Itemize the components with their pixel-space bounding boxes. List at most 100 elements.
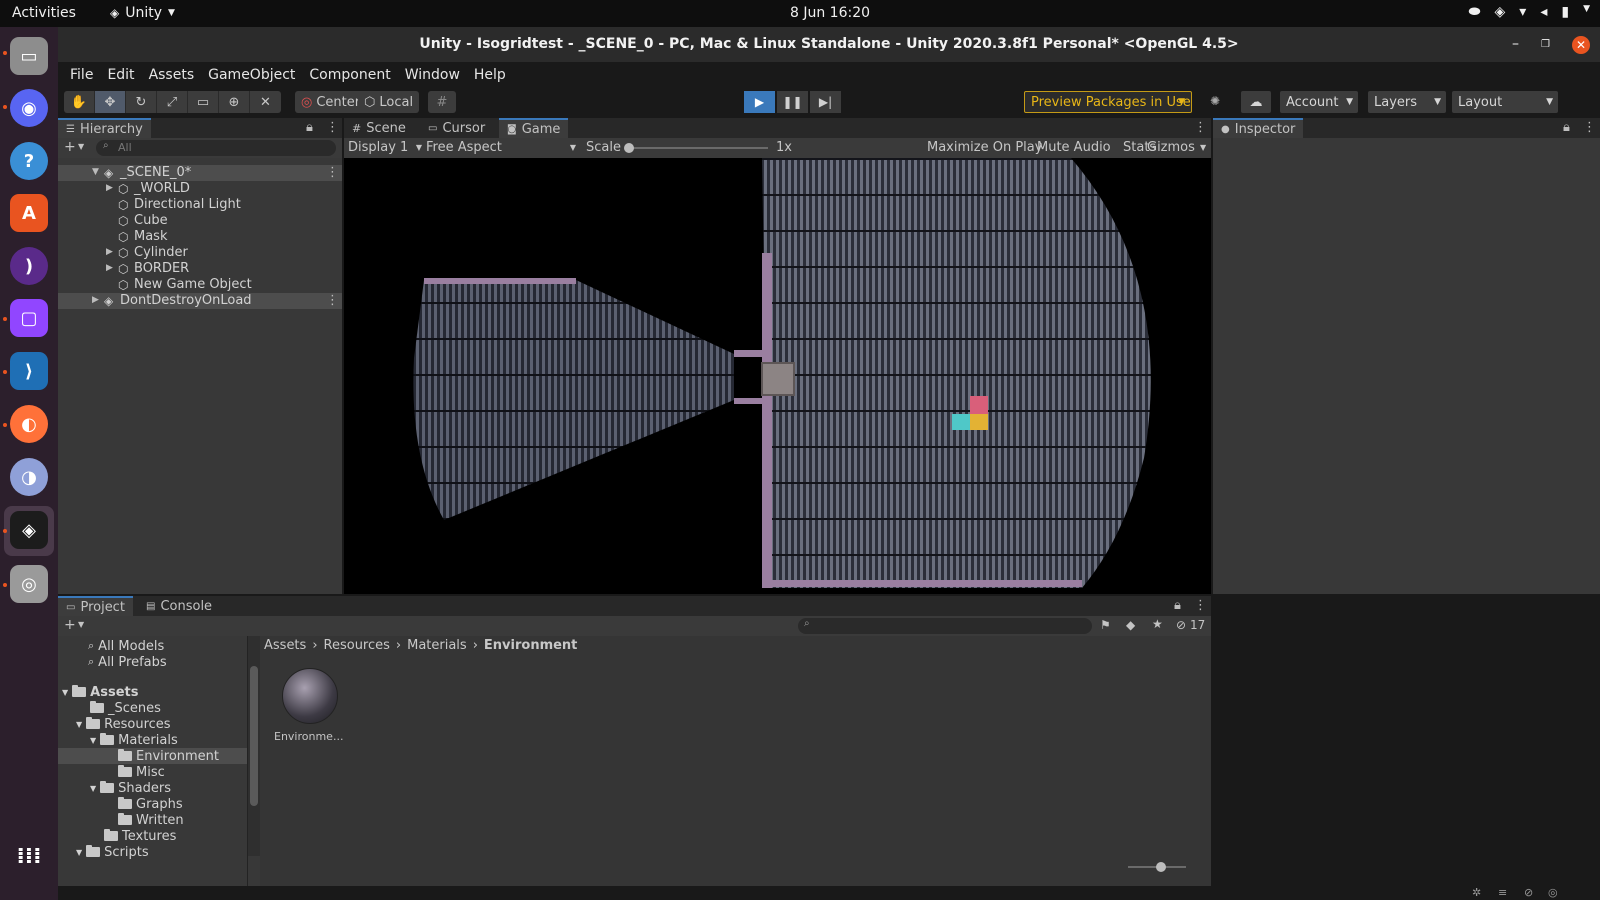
expand-arrow-icon[interactable]: ▼: [90, 784, 96, 793]
battery-icon[interactable]: ▮: [1561, 4, 1569, 20]
scale-tool-icon[interactable]: ⤢: [157, 91, 188, 113]
pivot-local-toggle[interactable]: ⬡ Local: [358, 91, 420, 113]
progress-icon[interactable]: ◎: [1548, 886, 1558, 899]
lock-icon[interactable]: 🔒︎: [1174, 598, 1181, 613]
expand-arrow-icon[interactable]: ▶: [92, 295, 99, 305]
breadcrumb-resources[interactable]: Resources: [324, 638, 390, 656]
hierarchy-item-cube[interactable]: ⬡ Cube: [58, 213, 342, 229]
hand-tool-icon[interactable]: ✋: [64, 91, 95, 113]
expand-arrow-icon[interactable]: ▼: [76, 848, 82, 857]
expand-arrow-icon[interactable]: ▼: [92, 167, 99, 177]
thumbnail-size-slider[interactable]: [1128, 862, 1186, 872]
close-icon[interactable]: ✕: [1572, 35, 1590, 54]
hierarchy-item-mask[interactable]: ⬡ Mask: [58, 229, 342, 245]
expand-arrow-icon[interactable]: ▶: [106, 247, 113, 257]
menu-window[interactable]: Window: [400, 67, 465, 83]
tab-project[interactable]: ▭ Project: [58, 596, 133, 616]
tree-item-misc[interactable]: Misc: [118, 764, 165, 780]
aspect-dropdown[interactable]: Free Aspect ▼: [426, 140, 576, 155]
more-icon[interactable]: ⋮: [1194, 598, 1207, 613]
hierarchy-item-cylinder[interactable]: ▶ ⬡ Cylinder: [58, 245, 342, 261]
clock[interactable]: 8 Jun 16:20: [790, 5, 870, 21]
project-search[interactable]: ⌕: [798, 618, 1092, 634]
thumbnail-size-thumb[interactable]: [1156, 862, 1166, 872]
scale-slider[interactable]: [624, 143, 768, 153]
expand-arrow-icon[interactable]: ▼: [76, 720, 82, 729]
grid-snap-button[interactable]: #: [428, 91, 456, 113]
krita-icon[interactable]: ◑: [10, 458, 48, 496]
breadcrumb-assets[interactable]: Assets: [264, 638, 306, 656]
app-menu[interactable]: ◈ Unity ▼: [110, 5, 175, 21]
unity-tray-icon[interactable]: ◈: [1495, 4, 1506, 20]
hierarchy-item-border[interactable]: ▶ ⬡ BORDER: [58, 261, 342, 277]
hierarchy-item-new-game-object[interactable]: ⬡ New Game Object: [58, 277, 342, 293]
maximize-on-play-toggle[interactable]: Maximize On Play: [927, 140, 1042, 155]
tree-item-resources[interactable]: ▼ Resources: [76, 716, 171, 732]
tree-item-shaders[interactable]: ▼ Shaders: [90, 780, 171, 796]
firefox-icon[interactable]: ◐: [10, 405, 48, 443]
more-icon[interactable]: ⋮: [1583, 120, 1596, 135]
tree-item-textures[interactable]: Textures: [104, 828, 176, 844]
account-dropdown[interactable]: Account ▼: [1280, 91, 1358, 113]
cloud-button[interactable]: ☁: [1241, 91, 1271, 113]
tree-item-environment[interactable]: Environment: [118, 748, 219, 764]
rotate-tool-icon[interactable]: ↻: [126, 91, 157, 113]
chevron-down-icon[interactable]: ▼: [78, 620, 84, 629]
filter-label-icon[interactable]: ◆: [1126, 618, 1135, 632]
layout-dropdown[interactable]: Layout ▼: [1452, 91, 1558, 113]
tree-item-assets[interactable]: ▼ Assets: [62, 684, 138, 700]
menu-gameobject[interactable]: GameObject: [203, 67, 300, 83]
tab-hierarchy[interactable]: ☰ Hierarchy: [58, 118, 151, 138]
minimize-icon[interactable]: –: [1512, 27, 1519, 62]
lock-icon[interactable]: 🔒︎: [306, 120, 313, 135]
twitch-icon[interactable]: ▢: [10, 299, 48, 337]
layers-dropdown[interactable]: Layers ▼: [1368, 91, 1446, 113]
display-dropdown[interactable]: Display 1 ▼: [348, 140, 422, 155]
files-icon[interactable]: ▭: [10, 37, 48, 75]
expand-arrow-icon[interactable]: ▼: [90, 736, 96, 745]
bug-icon[interactable]: ✲: [1472, 886, 1481, 899]
wifi-icon[interactable]: ▾: [1519, 4, 1526, 20]
vscode-icon[interactable]: ⟩: [10, 352, 48, 390]
software-center-icon[interactable]: A: [10, 194, 48, 232]
add-icon[interactable]: +: [64, 617, 76, 633]
podcast-icon[interactable]: ): [10, 247, 48, 285]
help-icon[interactable]: ?: [10, 142, 48, 180]
volume-icon[interactable]: ◂: [1540, 4, 1547, 20]
hierarchy-item-directional-light[interactable]: ⬡ Directional Light: [58, 197, 342, 213]
tab-game[interactable]: ◙ Game: [499, 118, 569, 138]
chevron-down-icon[interactable]: ▼: [78, 142, 84, 151]
more-icon[interactable]: ⋮: [1194, 120, 1207, 135]
cache-icon[interactable]: ≡: [1498, 886, 1507, 899]
menu-file[interactable]: File: [65, 67, 98, 83]
favorite-all-models[interactable]: ⌕ All Models: [88, 638, 164, 654]
game-render[interactable]: [344, 158, 1211, 594]
tree-scrollbar-thumb[interactable]: [250, 666, 258, 806]
tab-inspector[interactable]: ● Inspector: [1213, 118, 1304, 138]
mute-audio-toggle[interactable]: Mute Audio: [1037, 140, 1111, 155]
filter-type-icon[interactable]: ⚑: [1100, 618, 1111, 632]
move-tool-icon[interactable]: ✥: [95, 91, 126, 113]
pivot-center-toggle[interactable]: ◎ Center: [295, 91, 367, 113]
step-icon[interactable]: ▶|: [810, 91, 841, 113]
transform-tool-icon[interactable]: ⊕: [219, 91, 250, 113]
menu-component[interactable]: Component: [304, 67, 395, 83]
app-grid-icon[interactable]: ⁞⁞⁞: [10, 837, 48, 875]
tree-scrollbar[interactable]: [248, 636, 260, 856]
expand-arrow-icon[interactable]: ▶: [106, 183, 113, 193]
window-titlebar[interactable]: Unity - Isogridtest - _SCENE_0 - PC, Mac…: [58, 27, 1600, 62]
tree-item-graphs[interactable]: Graphs: [118, 796, 183, 812]
preview-packages-button[interactable]: Preview Packages in Use ▼: [1024, 91, 1192, 113]
more-icon[interactable]: ⋮: [326, 293, 339, 308]
unity-icon[interactable]: ◈: [10, 511, 48, 549]
breadcrumb-materials[interactable]: Materials: [407, 638, 467, 656]
pause-icon[interactable]: ❚❚: [777, 91, 808, 113]
menu-help[interactable]: Help: [469, 67, 511, 83]
hierarchy-item-world[interactable]: ▶ ⬡ _WORLD: [58, 181, 342, 197]
hierarchy-search[interactable]: ⌕ All: [96, 140, 336, 156]
add-icon[interactable]: +: [64, 139, 76, 155]
tree-item-scenes[interactable]: _Scenes: [90, 700, 161, 716]
gizmos-toggle[interactable]: Gizmos: [1147, 140, 1195, 155]
tab-scene[interactable]: # Scene: [344, 118, 414, 138]
play-icon[interactable]: ▶: [744, 91, 775, 113]
